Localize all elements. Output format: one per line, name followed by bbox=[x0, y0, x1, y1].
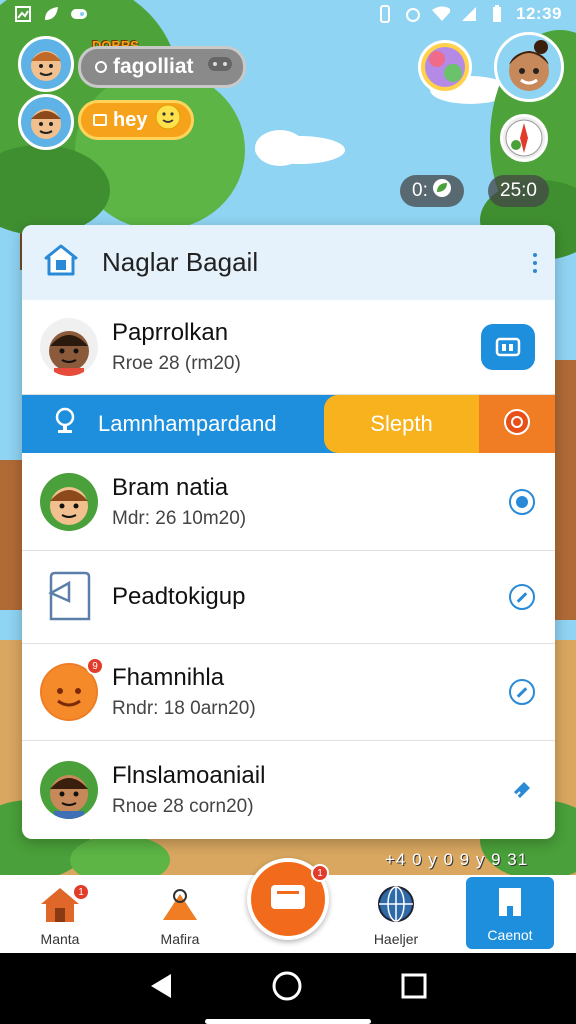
nav-home[interactable]: 1 Manta bbox=[0, 875, 120, 953]
nav-home-badge: 1 bbox=[72, 883, 90, 901]
controller-icon bbox=[207, 55, 233, 79]
list-item[interactable]: 9 Fhamnihla Rndr: 18 0arn20) bbox=[22, 644, 555, 741]
nav-shop[interactable]: Mafira bbox=[120, 875, 240, 953]
banner-action-button[interactable]: Slepth bbox=[324, 395, 479, 453]
friend-name: Paprrolkan bbox=[112, 319, 229, 346]
nav-world[interactable]: Haeljer bbox=[336, 875, 456, 953]
inbox-icon bbox=[269, 881, 307, 918]
friend-name: Peadtokigup bbox=[112, 583, 246, 610]
timer-icon bbox=[503, 408, 531, 441]
ground-text: +4 0 y 0 9 y 9 31 bbox=[385, 850, 529, 869]
nav-map-label: Caenot bbox=[487, 927, 533, 943]
battery-icon bbox=[488, 5, 506, 23]
friend-avatar[interactable] bbox=[18, 94, 74, 150]
edit-icon[interactable] bbox=[509, 679, 535, 705]
status-pill[interactable]: fagolliat bbox=[78, 46, 246, 88]
message-pill-text: hey bbox=[113, 108, 148, 131]
banner-left-label: Lamnhampardand bbox=[98, 411, 277, 436]
image-notification-icon bbox=[14, 5, 32, 23]
map-pin-icon bbox=[493, 884, 527, 923]
nav-map[interactable]: Caenot bbox=[466, 877, 554, 949]
message-pill[interactable]: hey bbox=[78, 100, 194, 140]
trophy-icon bbox=[52, 407, 78, 441]
energy-counter[interactable]: 0: bbox=[400, 175, 464, 207]
list-item[interactable]: Peadtokigup bbox=[22, 551, 555, 644]
nav-shop-label: Mafira bbox=[160, 931, 200, 947]
bag-icon bbox=[159, 886, 201, 927]
edit-icon[interactable] bbox=[509, 584, 535, 610]
friend-status: Rndr: 18 0arn20) bbox=[112, 698, 256, 719]
nav-center-button[interactable]: 1 bbox=[247, 858, 329, 940]
compass-icon[interactable] bbox=[500, 114, 548, 162]
signal-icon bbox=[460, 5, 478, 23]
friend-avatar-1 bbox=[40, 318, 98, 376]
friend-status: Mdr: 26 10m20) bbox=[112, 507, 247, 529]
nav-center-badge: 1 bbox=[311, 864, 329, 882]
card-title: Naglar Bagail bbox=[102, 247, 259, 277]
alarm-icon bbox=[404, 5, 422, 23]
home-icon[interactable] bbox=[44, 244, 78, 281]
activity-banner[interactable]: Lamnhampardand Slepth bbox=[22, 395, 555, 453]
friend-name: Fhamnihla bbox=[112, 664, 225, 691]
leaf-notification-icon bbox=[42, 5, 60, 23]
clock: 12:39 bbox=[516, 4, 562, 23]
world-globe-icon[interactable] bbox=[418, 40, 472, 94]
notification-badge: 9 bbox=[86, 657, 104, 675]
chat-icon bbox=[495, 337, 521, 357]
coin-counter-value: 25:0 bbox=[500, 180, 537, 201]
banner-timer-button[interactable] bbox=[479, 395, 555, 453]
coin-counter[interactable]: 25:0 bbox=[488, 175, 549, 207]
friend-status: Rnoe 28 corn20) bbox=[112, 796, 254, 817]
profile-avatar[interactable] bbox=[494, 32, 564, 102]
leaf-icon bbox=[432, 178, 452, 204]
home-button-icon[interactable] bbox=[271, 970, 303, 1007]
nav-home-label: Manta bbox=[40, 931, 80, 947]
friend-name: Bram natia bbox=[112, 473, 229, 501]
player-avatar[interactable] bbox=[18, 36, 74, 92]
friend-status: Rroe 28 (rm20) bbox=[112, 353, 241, 374]
status-dot-icon bbox=[95, 61, 107, 73]
list-item[interactable]: Flnslamoaniail Rnoe 28 corn20) bbox=[22, 741, 555, 839]
chat-button[interactable] bbox=[481, 324, 535, 370]
wifi-icon bbox=[432, 5, 451, 23]
pet-avatar: 9 bbox=[40, 657, 104, 721]
smiley-icon bbox=[155, 104, 181, 136]
list-item[interactable]: Bram natia Mdr: 26 10m20) bbox=[22, 453, 555, 551]
status-pill-text: fagolliat bbox=[113, 55, 194, 78]
friend-name: Flnslamoaniail bbox=[112, 762, 266, 789]
card-header: Naglar Bagail bbox=[22, 225, 555, 300]
energy-counter-value: 0: bbox=[412, 180, 428, 201]
banner-mid-label: Slepth bbox=[370, 411, 433, 436]
friend-avatar-5 bbox=[40, 761, 98, 819]
vibrate-icon bbox=[376, 5, 394, 23]
back-icon[interactable] bbox=[149, 972, 173, 1005]
system-nav-bar bbox=[0, 953, 576, 1024]
game-notification-icon bbox=[70, 5, 88, 23]
document-icon bbox=[40, 568, 98, 626]
gesture-bar bbox=[205, 1019, 371, 1024]
nav-world-label: Haeljer bbox=[373, 931, 419, 947]
share-icon[interactable] bbox=[509, 777, 535, 803]
status-bar: 12:39 bbox=[0, 0, 576, 28]
online-status-icon[interactable] bbox=[509, 488, 535, 515]
friend-avatar-2 bbox=[40, 472, 98, 531]
friends-card: Naglar Bagail Paprrolkan Rroe 28 (rm20) … bbox=[22, 225, 555, 839]
message-icon bbox=[93, 114, 107, 126]
list-item[interactable]: Paprrolkan Rroe 28 (rm20) bbox=[22, 300, 555, 395]
more-options-icon[interactable] bbox=[533, 252, 537, 273]
recents-icon[interactable] bbox=[401, 973, 427, 1004]
globe-icon bbox=[376, 884, 416, 927]
